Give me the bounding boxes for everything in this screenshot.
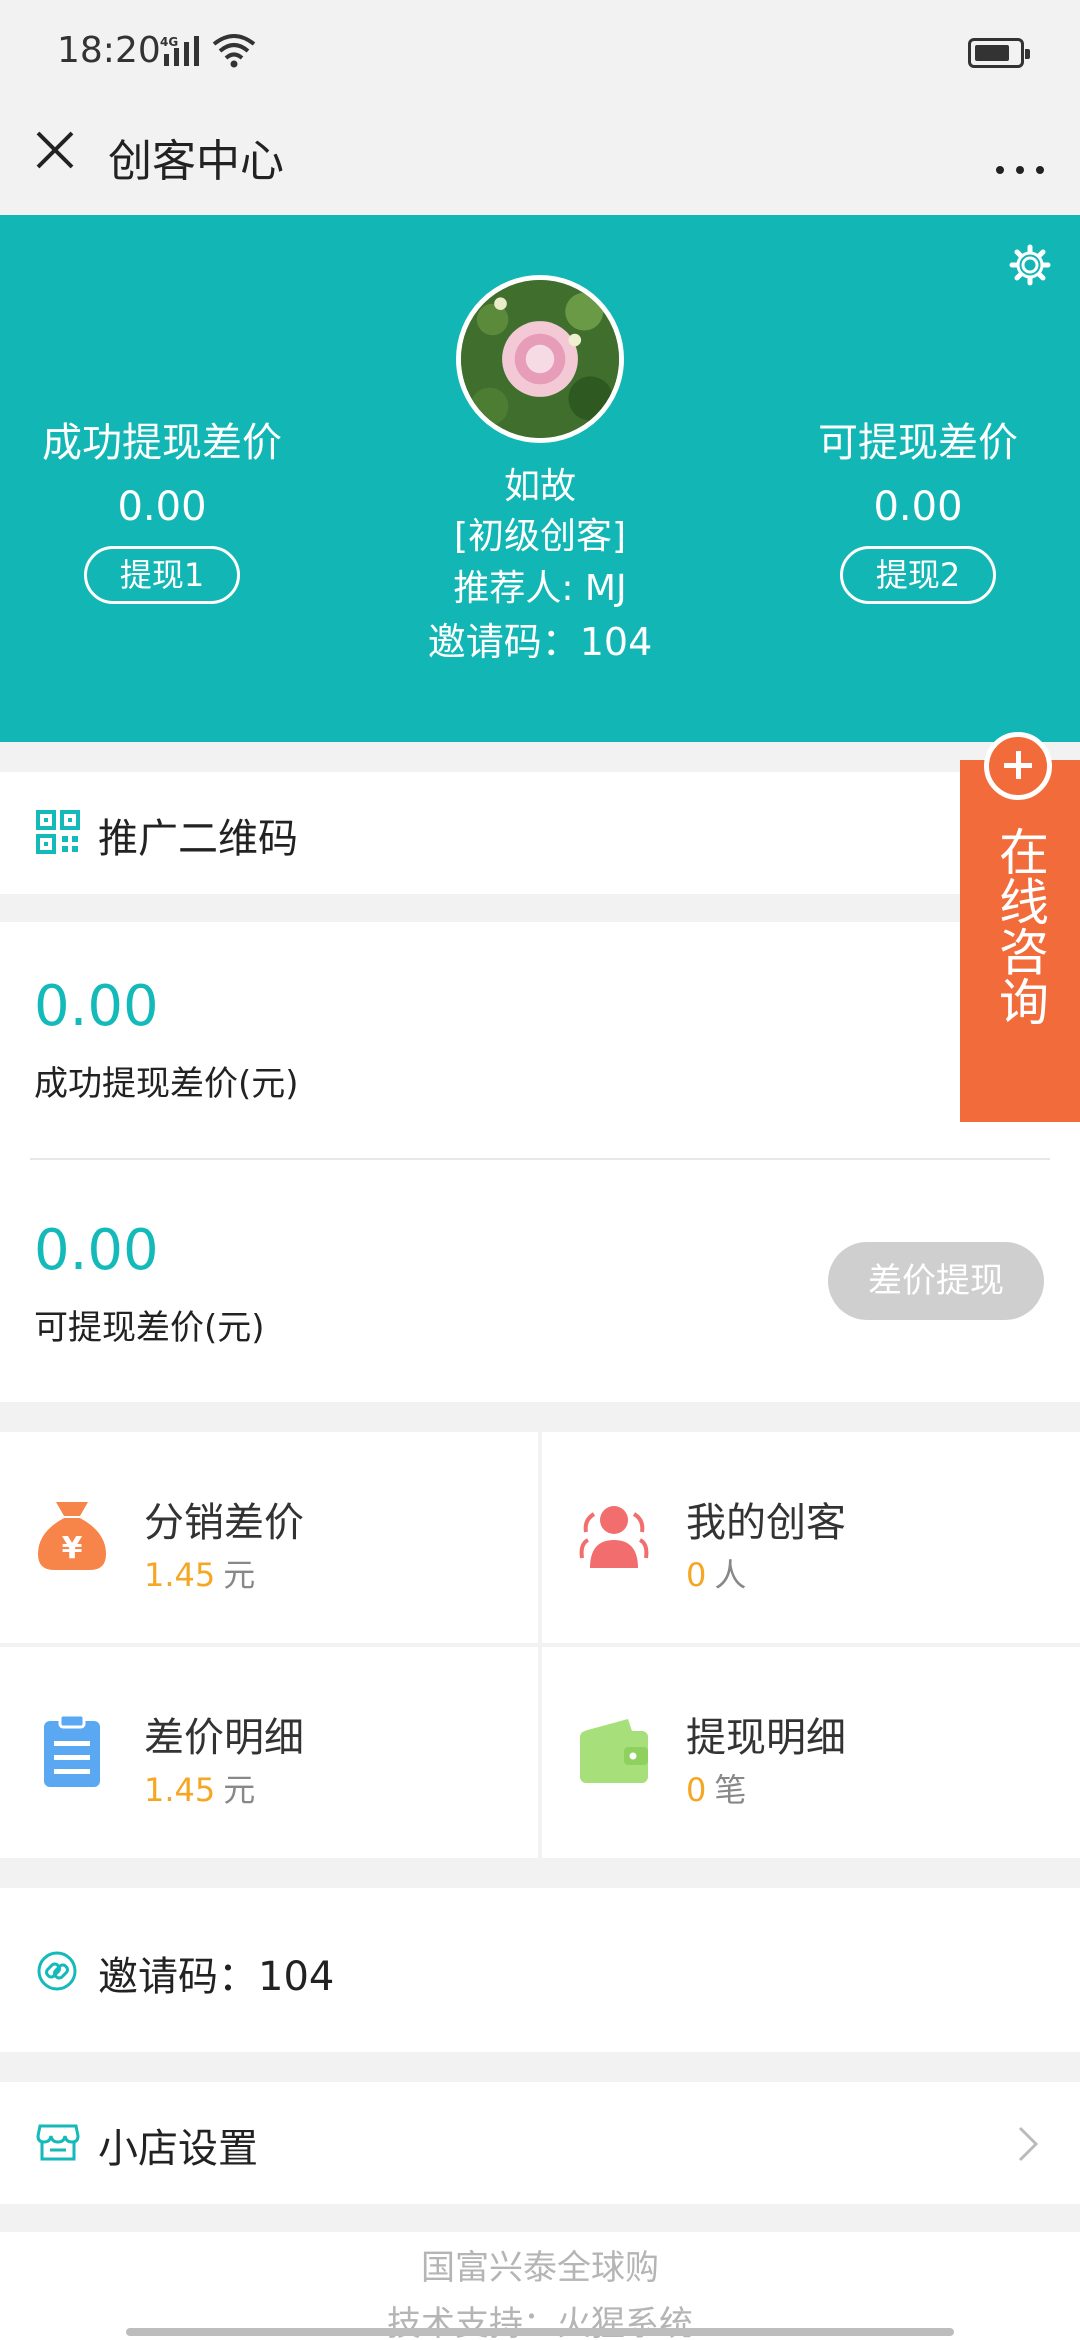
user-name: 如故 — [503, 466, 576, 507]
feature-grid: ¥ 分销差价 1.45 元 我的创客 0人 差价明细 1.45 元 提现明细 0… — [0, 1432, 1080, 1858]
settings-gear-icon[interactable] — [1008, 243, 1052, 287]
footer-brand: 国富兴泰全球购 — [421, 2248, 659, 2288]
success-withdraw-label: 成功提现差价 — [42, 420, 282, 466]
success-amount: 0.00 — [34, 974, 159, 1039]
available-withdraw-value: 0.00 — [873, 484, 963, 530]
user-level: [初级创客] — [453, 516, 627, 557]
close-icon[interactable] — [32, 127, 78, 173]
grid-item-subtitle: 0笔 — [686, 1771, 747, 1809]
rose-avatar-image — [461, 280, 619, 438]
nav-bar: 创客中心 — [0, 105, 1080, 215]
success-amount-label: 成功提现差价(元) — [34, 1064, 299, 1104]
status-bar: 18:20 4G — [0, 0, 1080, 105]
battery-icon — [968, 38, 1030, 68]
svg-text:¥: ¥ — [62, 1531, 83, 1566]
store-icon — [36, 2124, 80, 2161]
grid-item-price-detail[interactable]: 差价明细 1.45 元 — [0, 1647, 538, 1858]
online-consult-label: 在线咨询 — [991, 826, 1049, 1026]
grid-item-my-makers[interactable]: 我的创客 0人 — [542, 1432, 1080, 1643]
invite-code-row[interactable]: 邀请码：104 — [0, 1888, 1080, 2052]
available-withdraw-label: 可提现差价 — [818, 420, 1018, 466]
invite-code-label: 邀请码：104 — [98, 1954, 335, 2000]
qr-code-icon — [36, 810, 80, 854]
cellular-signal-icon: 4G — [160, 35, 199, 66]
shop-settings-row[interactable]: 小店设置 — [0, 2082, 1080, 2204]
success-withdraw-value: 0.00 — [117, 484, 207, 530]
home-indicator — [126, 2328, 954, 2336]
chevron-right-icon — [1018, 2126, 1039, 2162]
plus-icon — [984, 732, 1052, 800]
grid-item-withdraw-detail[interactable]: 提现明细 0笔 — [542, 1647, 1080, 1858]
success-withdraw-summary: 成功提现差价 0.00 提现1 — [12, 410, 312, 604]
clipboard-icon — [44, 1713, 100, 1787]
header-invite-code: 邀请码：104 — [427, 620, 653, 664]
svg-text:4G: 4G — [160, 35, 178, 49]
available-amount-label: 可提现差价(元) — [34, 1308, 265, 1348]
grid-item-subtitle: 1.45 元 — [144, 1556, 256, 1594]
grid-item-distribution[interactable]: ¥ 分销差价 1.45 元 — [0, 1432, 538, 1643]
grid-item-title: 差价明细 — [144, 1715, 304, 1761]
price-diff-withdraw-button[interactable]: 差价提现 — [828, 1242, 1044, 1320]
available-withdraw-summary: 可提现差价 0.00 提现2 — [768, 410, 1068, 604]
grid-item-title: 分销差价 — [144, 1500, 304, 1546]
withdraw-2-button[interactable]: 提现2 — [840, 546, 996, 604]
users-icon — [579, 1506, 649, 1568]
available-amount: 0.00 — [34, 1218, 159, 1283]
divider — [30, 1158, 1050, 1160]
link-icon — [37, 1951, 77, 1991]
wallet-icon — [580, 1719, 648, 1783]
grid-item-subtitle: 0人 — [686, 1556, 747, 1594]
promo-qr-row[interactable]: 推广二维码 — [0, 772, 1080, 894]
promo-qr-label: 推广二维码 — [98, 816, 298, 862]
online-consult-button[interactable]: 在线咨询 — [960, 732, 1080, 1122]
grid-item-title: 我的创客 — [686, 1500, 846, 1546]
shop-settings-label: 小店设置 — [98, 2126, 258, 2172]
grid-item-subtitle: 1.45 元 — [144, 1771, 256, 1809]
grid-item-title: 提现明细 — [686, 1715, 846, 1761]
money-bag-icon: ¥ — [38, 1502, 106, 1570]
footer: 国富兴泰全球购 技术支持：火猩系统 — [0, 2232, 1080, 2340]
referrer: 推荐人: MJ — [453, 568, 627, 609]
balance-stats: 0.00 成功提现差价(元) 0.00 可提现差价(元) 差价提现 — [0, 922, 1080, 1402]
avatar[interactable] — [456, 275, 624, 443]
more-icon[interactable] — [990, 125, 1050, 175]
wifi-icon — [212, 34, 256, 68]
page-title: 创客中心 — [108, 136, 284, 187]
profile-header: 如故 [初级创客] 推荐人: MJ 邀请码：104 成功提现差价 0.00 提现… — [0, 215, 1080, 742]
withdraw-1-button[interactable]: 提现1 — [84, 546, 240, 604]
status-time: 18:20 — [57, 30, 161, 71]
